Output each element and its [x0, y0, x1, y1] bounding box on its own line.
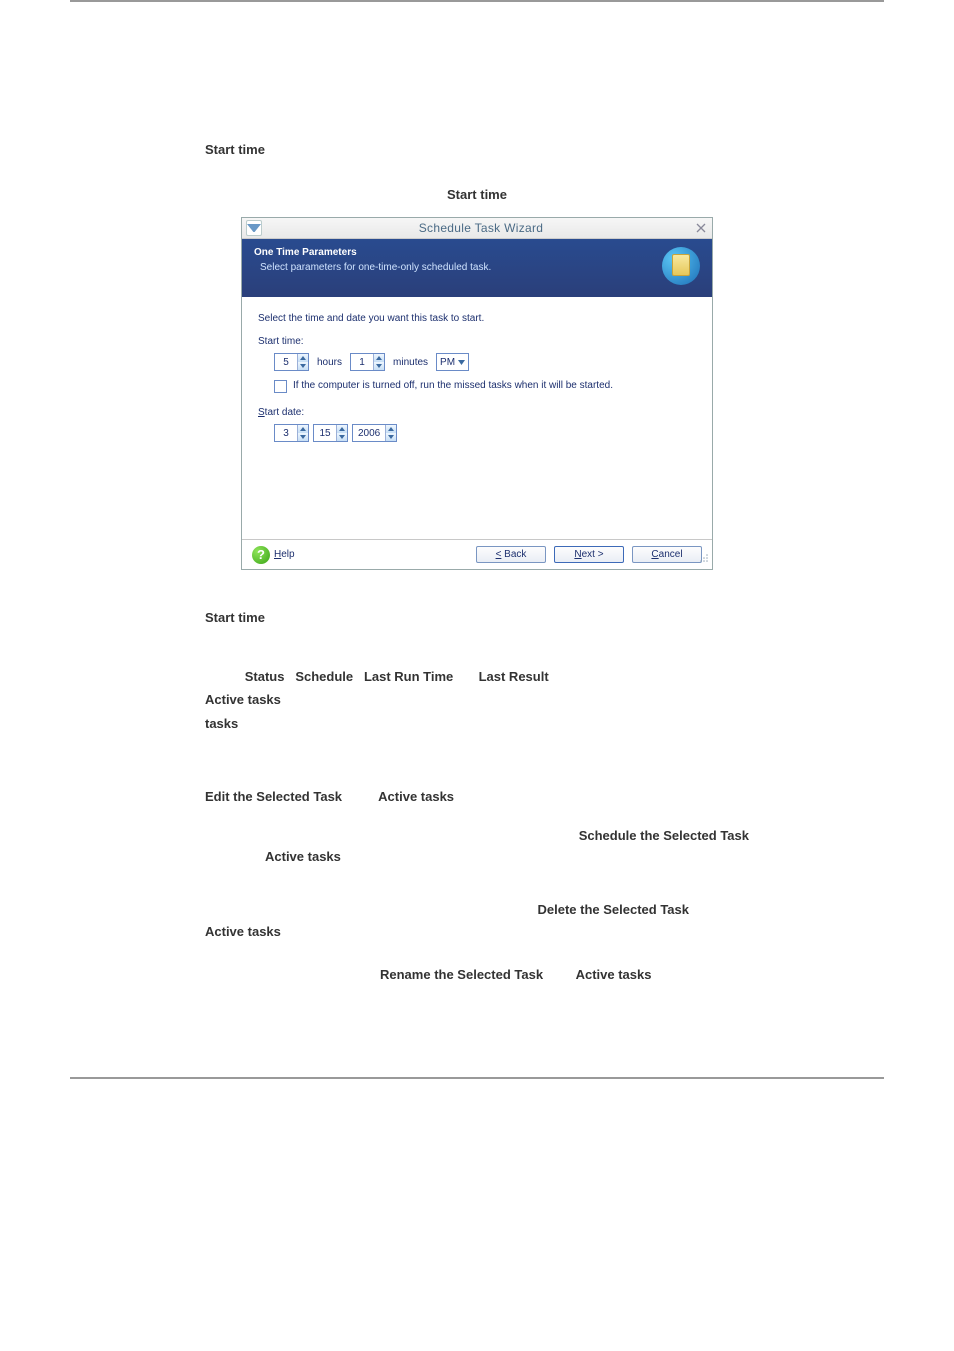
col-active: Active tasks — [205, 692, 281, 707]
ampm-value: PM — [440, 357, 455, 368]
hours-unit-label: hours — [317, 357, 342, 368]
dialog-header-title: One Time Parameters — [254, 247, 491, 258]
rename-selected-task: Rename the Selected Task — [380, 967, 543, 982]
help-icon: ? — [252, 546, 270, 564]
dialog-footer: ? Help < Back Next > Cancel — [242, 539, 712, 569]
minutes-stepper[interactable]: 1 — [350, 353, 385, 371]
dialog-body: Select the time and date you want this t… — [242, 297, 712, 539]
active-tasks-2: Active tasks — [265, 849, 341, 864]
ampm-select[interactable]: PM — [436, 353, 469, 371]
schedule-task-wizard-dialog: Schedule Task Wizard One Time Parameters… — [241, 217, 713, 570]
bottom-divider — [70, 1077, 884, 1079]
year-value: 2006 — [353, 425, 385, 441]
help-label: Help — [274, 549, 295, 560]
year-stepper[interactable]: 2006 — [352, 424, 397, 442]
month-stepper[interactable]: 3 — [274, 424, 309, 442]
chevron-down-icon[interactable] — [246, 220, 262, 236]
next-button[interactable]: Next > — [554, 546, 624, 563]
document-page: Start time Start time Schedule Task Wiza… — [0, 2, 954, 1027]
delete-selected-task: Delete the Selected Task — [538, 902, 690, 917]
dialog-header: One Time Parameters Select parameters fo… — [242, 239, 712, 297]
col-lastrun: Last Run Time — [364, 669, 453, 684]
month-up-icon[interactable] — [298, 425, 308, 433]
minutes-value: 1 — [351, 354, 373, 370]
cancel-button[interactable]: Cancel — [632, 546, 702, 563]
description-block: Status Schedule Last Run Time Last Resul… — [205, 665, 749, 987]
section-heading-start-time-2: Start time — [205, 610, 874, 625]
missed-tasks-checkbox-row: If the computer is turned off, run the m… — [274, 379, 674, 393]
dialog-header-subtitle: Select parameters for one-time-only sche… — [260, 262, 491, 273]
hours-up-icon[interactable] — [298, 354, 308, 362]
dialog-titlebar: Schedule Task Wizard — [242, 218, 712, 239]
col-lastres: Last Result — [479, 669, 549, 684]
hours-value: 5 — [275, 354, 297, 370]
start-date-label: Start date: — [258, 407, 696, 418]
minutes-unit-label: minutes — [393, 357, 428, 368]
help-link[interactable]: ? Help — [252, 546, 295, 564]
edit-selected-task: Edit the Selected Task — [205, 789, 342, 804]
hours-down-icon[interactable] — [298, 362, 308, 370]
minutes-down-icon[interactable] — [374, 362, 384, 370]
day-up-icon[interactable] — [337, 425, 347, 433]
active-tasks-1: Active tasks — [378, 789, 454, 804]
day-down-icon[interactable] — [337, 433, 347, 441]
dialog-container: Schedule Task Wizard One Time Parameters… — [80, 217, 874, 570]
day-stepper[interactable]: 15 — [313, 424, 348, 442]
month-value: 3 — [275, 425, 297, 441]
time-input-row: 5 hours 1 minutes — [274, 353, 696, 371]
close-icon[interactable] — [694, 221, 708, 235]
col-status: Status — [245, 669, 285, 684]
hours-stepper[interactable]: 5 — [274, 353, 309, 371]
schedule-selected-task: Schedule the Selected Task — [579, 828, 749, 843]
calendar-icon — [662, 247, 700, 285]
back-button[interactable]: < Back — [476, 546, 546, 563]
day-value: 15 — [314, 425, 336, 441]
active-tasks-4: Active tasks — [576, 967, 652, 982]
minutes-up-icon[interactable] — [374, 354, 384, 362]
start-time-label: Start time: — [258, 336, 696, 347]
year-down-icon[interactable] — [386, 433, 396, 441]
col-schedule: Schedule — [295, 669, 353, 684]
dialog-title: Schedule Task Wizard — [268, 221, 694, 235]
tasks-label: tasks — [205, 716, 238, 731]
section-heading-start-time: Start time — [205, 142, 874, 157]
missed-tasks-label: If the computer is turned off, run the m… — [293, 379, 613, 392]
figure-caption: Start time — [80, 187, 874, 202]
body-intro-text: Select the time and date you want this t… — [258, 313, 696, 324]
active-tasks-3: Active tasks — [205, 924, 281, 939]
year-up-icon[interactable] — [386, 425, 396, 433]
resize-grip-icon[interactable] — [699, 553, 709, 566]
month-down-icon[interactable] — [298, 433, 308, 441]
missed-tasks-checkbox[interactable] — [274, 380, 287, 393]
date-input-row: 3 15 2006 — [274, 424, 696, 442]
